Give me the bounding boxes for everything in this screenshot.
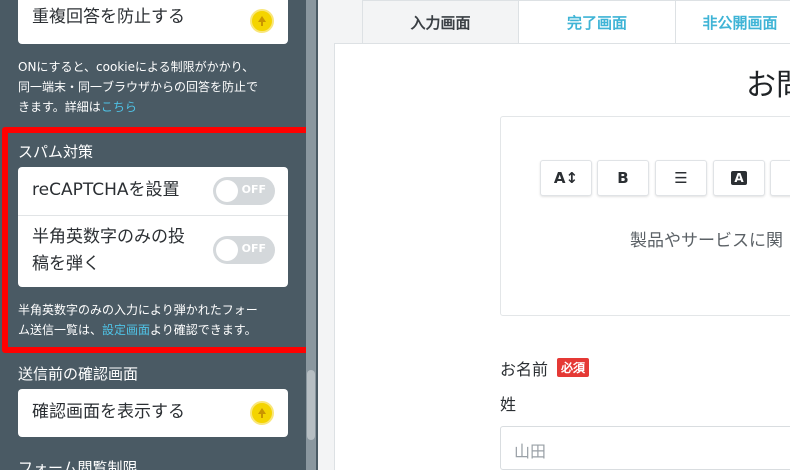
spam-section-highlight <box>2 127 314 353</box>
duplicate-help-link[interactable]: こちら <box>101 100 137 114</box>
bold-icon[interactable]: B <box>597 160 649 196</box>
settings-sidebar: 重複回答を防止する ONにすると、cookieによる制限がかかり、 同一端末・同… <box>0 0 318 470</box>
upgrade-icon[interactable] <box>250 9 274 33</box>
name-field-label: お名前 <box>500 360 549 379</box>
tab-input-screen[interactable]: 入力画面 <box>362 0 519 44</box>
duplicate-prevention-label: 重複回答を防止する <box>32 7 185 27</box>
form-title: お問 <box>746 68 790 103</box>
view-limit-section-title: フォーム閲覧制限 <box>18 459 138 470</box>
sidebar-scrollbar-thumb[interactable] <box>307 370 315 440</box>
duplicate-help-line2: 同一端末・同一ブラウザからの回答を防止で <box>18 80 259 94</box>
last-name-label: 姓 <box>500 395 517 414</box>
align-icon[interactable]: ≡ <box>770 160 790 196</box>
app-root: 重複回答を防止する ONにすると、cookieによる制限がかかり、 同一端末・同… <box>0 0 790 470</box>
duplicate-help-line3: きます。詳細は <box>18 100 101 114</box>
confirm-screen-card[interactable]: 確認画面を表示する <box>18 389 288 437</box>
last-name-placeholder: 山田 <box>514 442 547 461</box>
confirm-section-title: 送信前の確認画面 <box>18 365 139 383</box>
rich-text-editor[interactable] <box>500 116 790 316</box>
required-badge: 必須 <box>557 358 590 377</box>
tab-private-screen[interactable]: 非公開画面 <box>675 0 790 44</box>
text-color-icon[interactable]: A <box>713 160 765 196</box>
editor-content: 製品やサービスに関 <box>630 231 783 251</box>
tab-complete-screen[interactable]: 完了画面 <box>518 0 676 44</box>
confirm-screen-label: 確認画面を表示する <box>32 402 185 422</box>
duplicate-help-line1: ONにすると、cookieによる制限がかかり、 <box>18 60 255 74</box>
list-icon[interactable]: ☰ <box>655 160 707 196</box>
duplicate-help-text: ONにすると、cookieによる制限がかかり、 同一端末・同一ブラウザからの回答… <box>18 57 298 117</box>
text-size-icon[interactable]: A↕ <box>540 160 592 196</box>
upgrade-icon[interactable] <box>250 401 274 425</box>
duplicate-prevention-card[interactable]: 重複回答を防止する <box>18 0 288 44</box>
